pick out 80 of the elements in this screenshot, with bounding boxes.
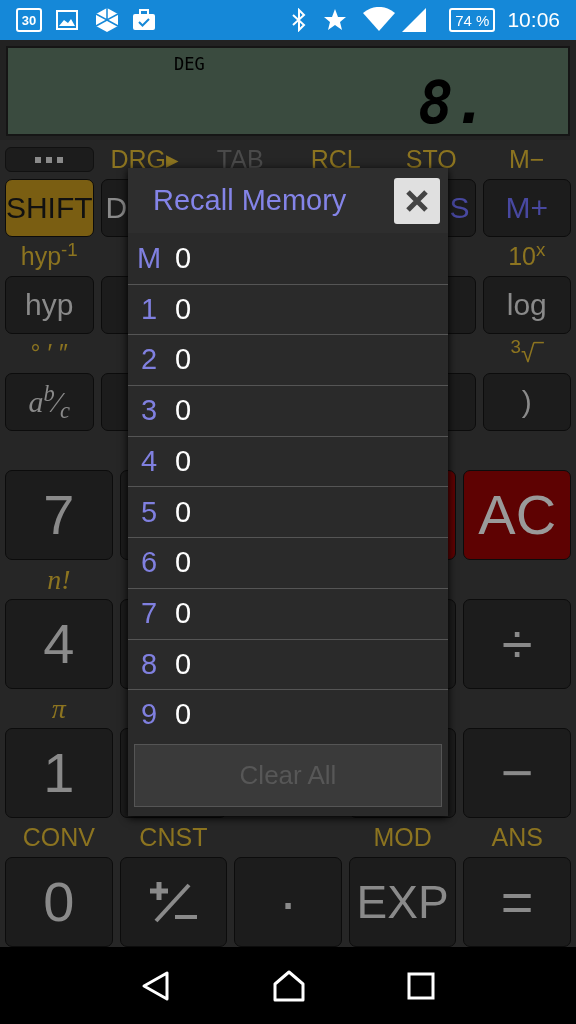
calculator-key[interactable]: SHIFT [5,179,94,237]
memory-slot: 8 [129,642,169,687]
memory-row[interactable]: 2 0 [128,334,448,386]
menu-button[interactable] [5,147,94,172]
key-function-label: CONV [22,825,95,850]
key-function-label: hyp$^{-1}$ [20,244,78,269]
memory-value: 0 [175,646,192,682]
memory-value: 0 [175,342,192,378]
bluetooth-icon [291,8,308,32]
memory-slot: 7 [129,591,169,636]
signal-icon [401,7,428,33]
key-function-label: π [51,694,66,723]
clock: 10:06 [507,7,560,34]
calendar-day: 30 [21,13,37,27]
briefcase-check-icon [132,9,156,31]
calculator-key[interactable]: ) [482,373,571,431]
memory-slot: 6 [129,541,169,585]
key-function-label: DRG▸ [110,147,180,172]
dialog-title: Recall Memory [153,182,348,218]
key-function-label: ° ′ ″ [30,341,68,366]
key-function-label: $^{3}$√‾ [510,341,543,366]
memory-row[interactable]: 3 0 [128,385,448,436]
memory-slot: 4 [129,439,169,484]
calculator-key[interactable]: = [463,857,571,947]
image-icon [56,10,78,30]
memory-row[interactable]: 5 0 [128,486,448,538]
key-function-label: M− [509,147,545,172]
memory-slot: M [129,236,169,281]
memory-value: 0 [175,545,192,581]
calculator-key[interactable]: EXP [348,857,457,947]
key-function-label: n! [47,565,71,594]
home-icon[interactable] [272,969,306,1002]
key-function-label: MOD [373,825,432,850]
memory-value: 0 [175,393,192,429]
calculator-key[interactable]: log [482,276,571,334]
angle-mode: DEG [174,53,205,76]
memory-slot: 2 [129,338,169,382]
memory-row[interactable]: 4 0 [128,435,448,487]
calculator-key[interactable]: a$^{b}$⁄$_{c}$ [5,373,94,431]
memory-value: 0 [175,291,192,327]
calculator-key[interactable]: 4 [5,599,113,689]
key-function-label: 10$^{x}$ [508,244,546,269]
calculator-key[interactable]: 1 [5,728,113,818]
back-icon[interactable] [140,969,171,1002]
memory-value: 0 [175,697,192,733]
cube-icon [94,7,120,33]
recent-apps-icon[interactable] [407,971,436,1000]
calculator-key[interactable]: − [463,728,571,818]
calculator-key[interactable]: AC [463,470,571,560]
calculator-key[interactable]: hyp [5,276,94,334]
key-function-label: CNST [139,825,208,850]
memory-slot: 1 [129,287,169,332]
memory-row[interactable]: 9 0 [128,689,448,740]
close-button[interactable] [394,177,440,224]
memory-row[interactable]: M 0 [128,233,448,284]
plus-minus-icon [147,881,200,923]
wifi-icon [363,7,396,33]
memory-row[interactable]: 6 0 [128,537,448,588]
memory-slot: 9 [129,693,169,737]
key-function-label: ANS [491,825,543,850]
memory-value: 0 [175,494,192,530]
memory-slot: 3 [129,389,169,433]
memory-value: 0 [175,443,192,479]
memory-row[interactable]: 8 0 [128,638,448,690]
memory-value: 0 [175,240,192,276]
key-function-label: RCL [310,147,361,172]
star-icon [323,8,348,32]
calculator-key[interactable]: 0 [5,857,113,947]
calculator-key[interactable] [119,857,228,947]
calculator-key[interactable]: ÷ [463,599,571,689]
battery-percent: 74 % [455,12,490,28]
memory-row[interactable]: 7 0 [128,587,448,639]
memory-value: 0 [175,595,192,631]
close-icon [405,188,429,213]
memory-row[interactable]: 1 0 [128,283,448,335]
display-value: 8. [418,73,488,132]
key-function-label: STO [405,147,457,172]
calculator-key[interactable]: 7 [5,470,113,560]
memory-slot: 5 [129,490,169,535]
calculator-key[interactable]: · [234,857,342,947]
